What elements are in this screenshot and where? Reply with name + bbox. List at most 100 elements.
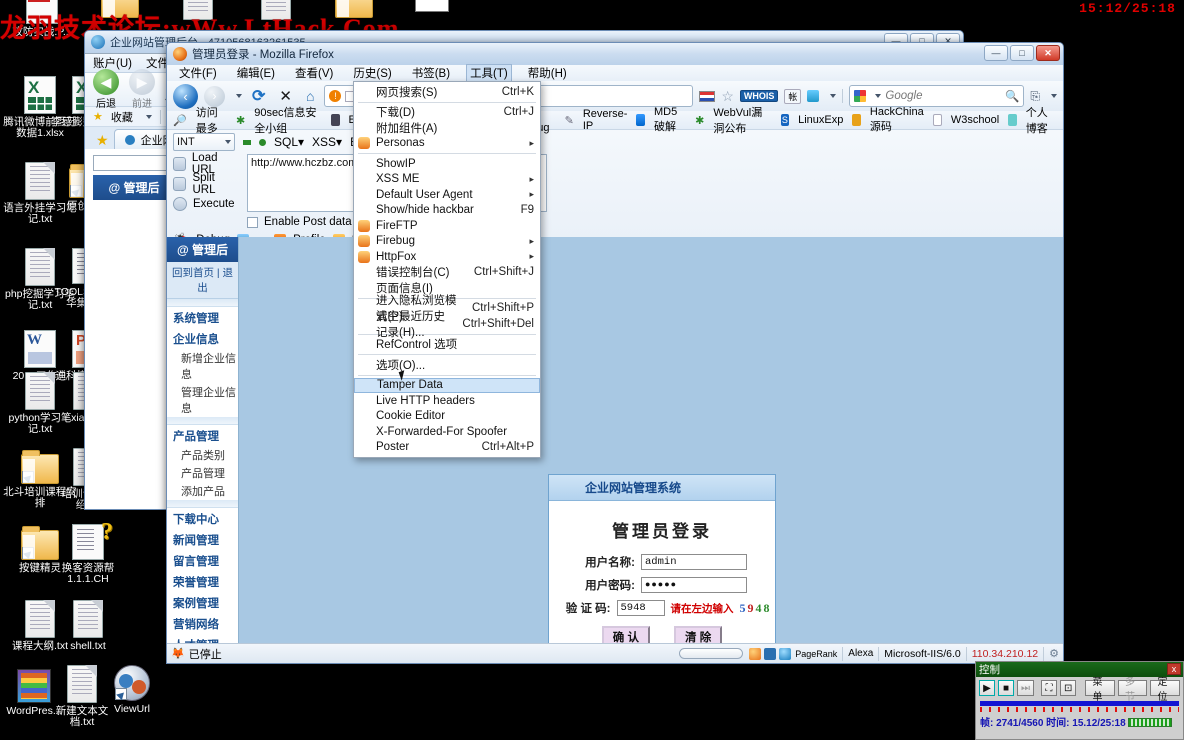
enable-post-data-checkbox[interactable]: [247, 216, 258, 228]
site-identity-icon[interactable]: !: [329, 90, 342, 102]
fit-window-button[interactable]: ⛶: [1040, 680, 1057, 696]
tools-menu-item[interactable]: 附加组件(A): [354, 120, 540, 136]
tools-menu-item[interactable]: XSS ME ▸: [354, 172, 540, 188]
more-chevron-icon[interactable]: [1051, 94, 1057, 98]
tools-menu-item[interactable]: 下载(D) Ctrl+J: [354, 105, 540, 121]
sidebar-item-download-center[interactable]: 下载中心: [167, 508, 238, 529]
sidebar-item-product-manage[interactable]: 产品管理: [167, 464, 238, 482]
flag-icon[interactable]: [699, 90, 716, 102]
timeline-track[interactable]: [980, 701, 1179, 706]
sidebar-group-product[interactable]: 产品管理: [167, 425, 238, 446]
bookmark-star-icon[interactable]: ☆: [721, 88, 734, 105]
menu-button[interactable]: 菜单: [1085, 677, 1115, 703]
tools-menu-item[interactable]: Cookie Editor: [354, 409, 540, 425]
bookmark-linuxexp[interactable]: LinuxExp: [798, 114, 843, 126]
tools-menu-item[interactable]: HttpFox ▸: [354, 249, 540, 265]
firefox-window[interactable]: 管理员登录 - Mozilla Firefox — □ ✕ 文件(F) 编辑(E…: [166, 42, 1064, 664]
search-engine-chevron-icon[interactable]: [875, 94, 882, 98]
bookmark-webvul[interactable]: WebVul漏洞公布: [713, 104, 771, 136]
hackbar-xss-menu[interactable]: XSS▾: [312, 135, 342, 149]
tools-menu-item[interactable]: X-Forwarded-For Spoofer: [354, 424, 540, 440]
menu-view[interactable]: 查看(V): [291, 64, 337, 82]
toolbar-overflow-chevron-icon[interactable]: [830, 94, 837, 98]
bookmark-w3school[interactable]: W3school: [951, 114, 999, 126]
firefox-close-button[interactable]: ✕: [1036, 45, 1060, 61]
firefox-bookmarks-toolbar[interactable]: 🔎 访问最多 ✱ 90sec信息安全小组 Expl 国内SeBug ✎ Reve…: [167, 106, 1063, 135]
play-button[interactable]: ▶: [979, 680, 995, 696]
screen-recorder-control-panel[interactable]: 控制 x ▶ ■ ⏭ ⛶ ⊡ 菜单 多节 定位 帧: 2741/4560 时间:…: [975, 661, 1184, 740]
tools-menu-item[interactable]: 错误控制台(C) Ctrl+Shift+J: [354, 265, 540, 281]
bookmark-90sec[interactable]: 90sec信息安全小组: [254, 104, 322, 136]
menu-file[interactable]: 文件(F): [175, 64, 221, 82]
control-panel-buttons[interactable]: ▶ ■ ⏭ ⛶ ⊡ 菜单 多节 定位: [976, 677, 1183, 703]
chevron-down-icon[interactable]: [145, 114, 152, 119]
hackbar-execute[interactable]: Execute: [173, 194, 239, 214]
tools-menu-item[interactable]: ShowIP: [354, 156, 540, 172]
control-panel-titlebar[interactable]: 控制 x: [976, 662, 1183, 677]
favorites-star-icon[interactable]: ★: [93, 132, 112, 149]
sidebar-item-manage-enterprise-info[interactable]: 管理企业信息: [167, 383, 238, 417]
status-globe-icon[interactable]: [779, 647, 792, 660]
fullscreen-button[interactable]: ⊡: [1059, 680, 1077, 696]
sidebar-item-add-enterprise-info[interactable]: 新增企业信息: [167, 349, 238, 383]
hackbar-sql-menu[interactable]: SQL▾: [274, 135, 304, 149]
back-icon[interactable]: ◀: [93, 69, 119, 95]
tools-menu-item[interactable]: Live HTTP headers: [354, 393, 540, 409]
menu-edit[interactable]: 编辑(E): [233, 64, 279, 82]
back-button[interactable]: ‹: [173, 83, 198, 109]
next-frame-button[interactable]: ⏭: [1017, 680, 1034, 696]
username-input[interactable]: admin: [641, 554, 747, 570]
control-panel-close-button[interactable]: x: [1167, 663, 1181, 675]
menu-help[interactable]: 帮助(H): [524, 64, 571, 82]
tools-menu-item[interactable]: Default User Agent ▸: [354, 187, 540, 203]
reload-button[interactable]: ⟳: [248, 86, 269, 106]
sidebar-item-product-add[interactable]: 添加产品: [167, 482, 238, 500]
menu-tools[interactable]: 工具(T): [466, 64, 512, 82]
status-firefox-icon[interactable]: [749, 647, 762, 660]
tools-menu-item[interactable]: FireFTP: [354, 218, 540, 234]
clear-button[interactable]: 清 除: [674, 626, 723, 643]
hackbar-toolbar[interactable]: INT SQL▾ XSS▾ Encryp Load URL: [167, 130, 1063, 252]
bookmark-md5[interactable]: MD5破解: [654, 106, 686, 134]
sidebar-item-message[interactable]: 留言管理: [167, 550, 238, 571]
tools-menu-item[interactable]: 清空最近历史记录(H)... Ctrl+Shift+Del: [354, 311, 540, 339]
search-bar[interactable]: Google 🔍: [849, 85, 1025, 107]
bookmark-reverse-ip[interactable]: Reverse-IP: [583, 108, 628, 132]
firefox-minimize-button[interactable]: —: [984, 45, 1008, 61]
sidebar-item-honor[interactable]: 荣誉管理: [167, 571, 238, 592]
sidebar-item-case[interactable]: 案例管理: [167, 592, 238, 613]
hackbar-split-url[interactable]: Split URL: [173, 172, 239, 196]
firefox-maximize-button[interactable]: □: [1010, 45, 1034, 61]
pagerank-indicator[interactable]: PageRank: [795, 649, 837, 659]
bookmark-most-visited[interactable]: 访问最多: [196, 104, 227, 136]
tools-menu-item[interactable]: Tamper Data: [354, 377, 540, 393]
password-input[interactable]: ●●●●●: [641, 577, 747, 593]
whois-button[interactable]: WHOIS: [739, 90, 779, 102]
menu-bookmarks[interactable]: 书签(B): [408, 64, 454, 82]
tools-menu-item[interactable]: 网页搜索(S) Ctrl+K: [354, 84, 540, 100]
firefox-titlebar[interactable]: 管理员登录 - Mozilla Firefox — □ ✕: [167, 43, 1063, 65]
sidebar-group-enterprise[interactable]: 企业信息: [167, 328, 238, 349]
sidebar-item-product-category[interactable]: 产品类别: [167, 446, 238, 464]
status-extension-icon[interactable]: [764, 647, 777, 660]
firefox-window-controls[interactable]: — □ ✕: [984, 45, 1060, 61]
extension-badge[interactable]: 帐: [784, 88, 802, 104]
home-button[interactable]: ⌂: [302, 86, 318, 106]
tools-menu-item[interactable]: RefControl 选项: [354, 337, 540, 353]
bookmark-personal-blog[interactable]: 个人博客: [1026, 104, 1057, 136]
extension-icon[interactable]: [807, 90, 820, 102]
bookmark-hackchina[interactable]: HackChina源码: [870, 106, 924, 134]
captcha-input[interactable]: 5948: [616, 600, 665, 616]
chapter-button[interactable]: 多节: [1117, 677, 1148, 703]
desktop-icon[interactable]: ViewUrl: [94, 665, 170, 715]
status-settings-icon[interactable]: ⚙: [1049, 647, 1059, 660]
new-tab-icon[interactable]: ⎘: [1030, 89, 1040, 104]
forward-icon[interactable]: ▶: [129, 69, 155, 95]
favorites-label[interactable]: 收藏: [111, 109, 133, 125]
volume-meter[interactable]: [1128, 718, 1173, 727]
tools-menu-item[interactable]: Poster Ctrl+Alt+P: [354, 440, 540, 456]
tools-menu-item[interactable]: Show/hide hackbar F9: [354, 203, 540, 219]
confirm-button[interactable]: 确 认: [601, 626, 650, 643]
tools-menu-item[interactable]: Firebug ▸: [354, 234, 540, 250]
sidebar-item-marketing[interactable]: 营销网络: [167, 613, 238, 634]
